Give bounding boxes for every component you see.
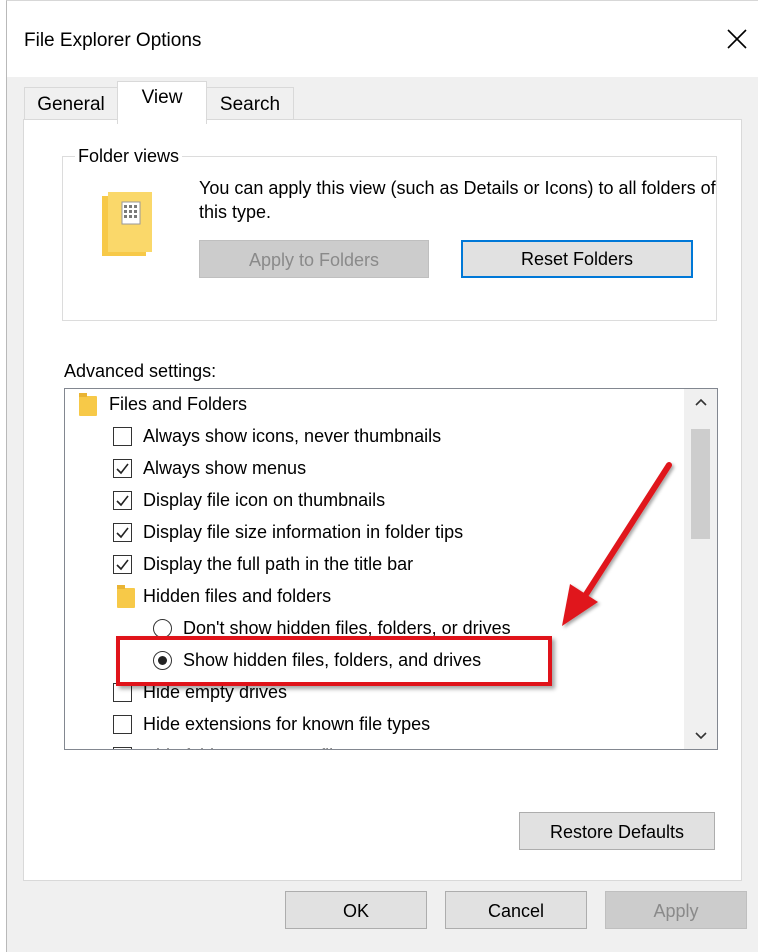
advanced-settings-label: Advanced settings:	[64, 361, 217, 381]
folder-icon	[79, 393, 97, 416]
option-label: Always show icons, never thumbnails	[143, 426, 442, 446]
cancel-button[interactable]: Cancel	[445, 891, 587, 929]
reset-folders-button[interactable]: Reset Folders	[461, 240, 693, 278]
title-bar: File Explorer Options	[7, 1, 758, 77]
check-icon	[116, 527, 129, 539]
ok-button[interactable]: OK	[285, 891, 427, 929]
close-icon	[727, 29, 747, 49]
tab-search[interactable]: Search	[206, 87, 294, 121]
tab-general[interactable]: General	[24, 87, 118, 121]
advanced-settings-tree[interactable]: Files and Folders Always show icons, nev…	[64, 388, 718, 750]
check-icon	[116, 463, 129, 475]
folder-views-description: You can apply this view (such as Details…	[199, 178, 716, 222]
file-explorer-options-dialog: File Explorer Options General View Searc…	[6, 0, 758, 952]
checkbox-checked[interactable]	[113, 523, 132, 542]
checkbox-checked[interactable]	[113, 459, 132, 478]
tree-item-label: Hidden files and folders	[143, 586, 332, 606]
option-label: Display file size information in folder …	[143, 522, 464, 542]
dialog-footer: OK Cancel Apply	[7, 879, 758, 952]
scroll-thumb[interactable]	[691, 429, 710, 539]
folder-views-icon	[102, 192, 152, 256]
option-label: Hide folder merge conflicts	[143, 741, 356, 749]
option-label: Always show menus	[143, 458, 307, 478]
check-icon	[116, 559, 129, 571]
tab-view[interactable]: View	[117, 81, 207, 124]
folder-views-label: Folder views	[75, 145, 183, 167]
option-label: Display the full path in the title bar	[143, 554, 414, 574]
chevron-down-icon	[694, 732, 707, 740]
apply-to-folders-button[interactable]: Apply to Folders	[199, 240, 429, 278]
checkbox-checked[interactable]	[113, 555, 132, 574]
checkbox[interactable]	[113, 715, 132, 734]
checkbox[interactable]	[113, 427, 132, 446]
tree-item-label: Files and Folders	[109, 394, 248, 414]
checkbox[interactable]	[113, 747, 132, 749]
chevron-up-icon	[694, 398, 707, 406]
checkbox-checked[interactable]	[113, 491, 132, 510]
scroll-down-button[interactable]	[684, 723, 717, 749]
view-tab-panel: Folder views You can apply this view (su…	[23, 119, 742, 881]
apply-button[interactable]: Apply	[605, 891, 747, 929]
highlight-box-annotation	[116, 636, 552, 686]
scroll-up-button[interactable]	[684, 389, 717, 415]
dialog-title: File Explorer Options	[24, 30, 202, 51]
check-icon	[116, 495, 129, 507]
folder-icon	[117, 585, 135, 608]
option-label: Hide extensions for known file types	[143, 714, 431, 734]
restore-defaults-button[interactable]: Restore Defaults	[519, 812, 715, 850]
vertical-scrollbar[interactable]	[684, 389, 717, 749]
option-label: Display file icon on thumbnails	[143, 490, 386, 510]
close-button[interactable]	[719, 21, 755, 57]
